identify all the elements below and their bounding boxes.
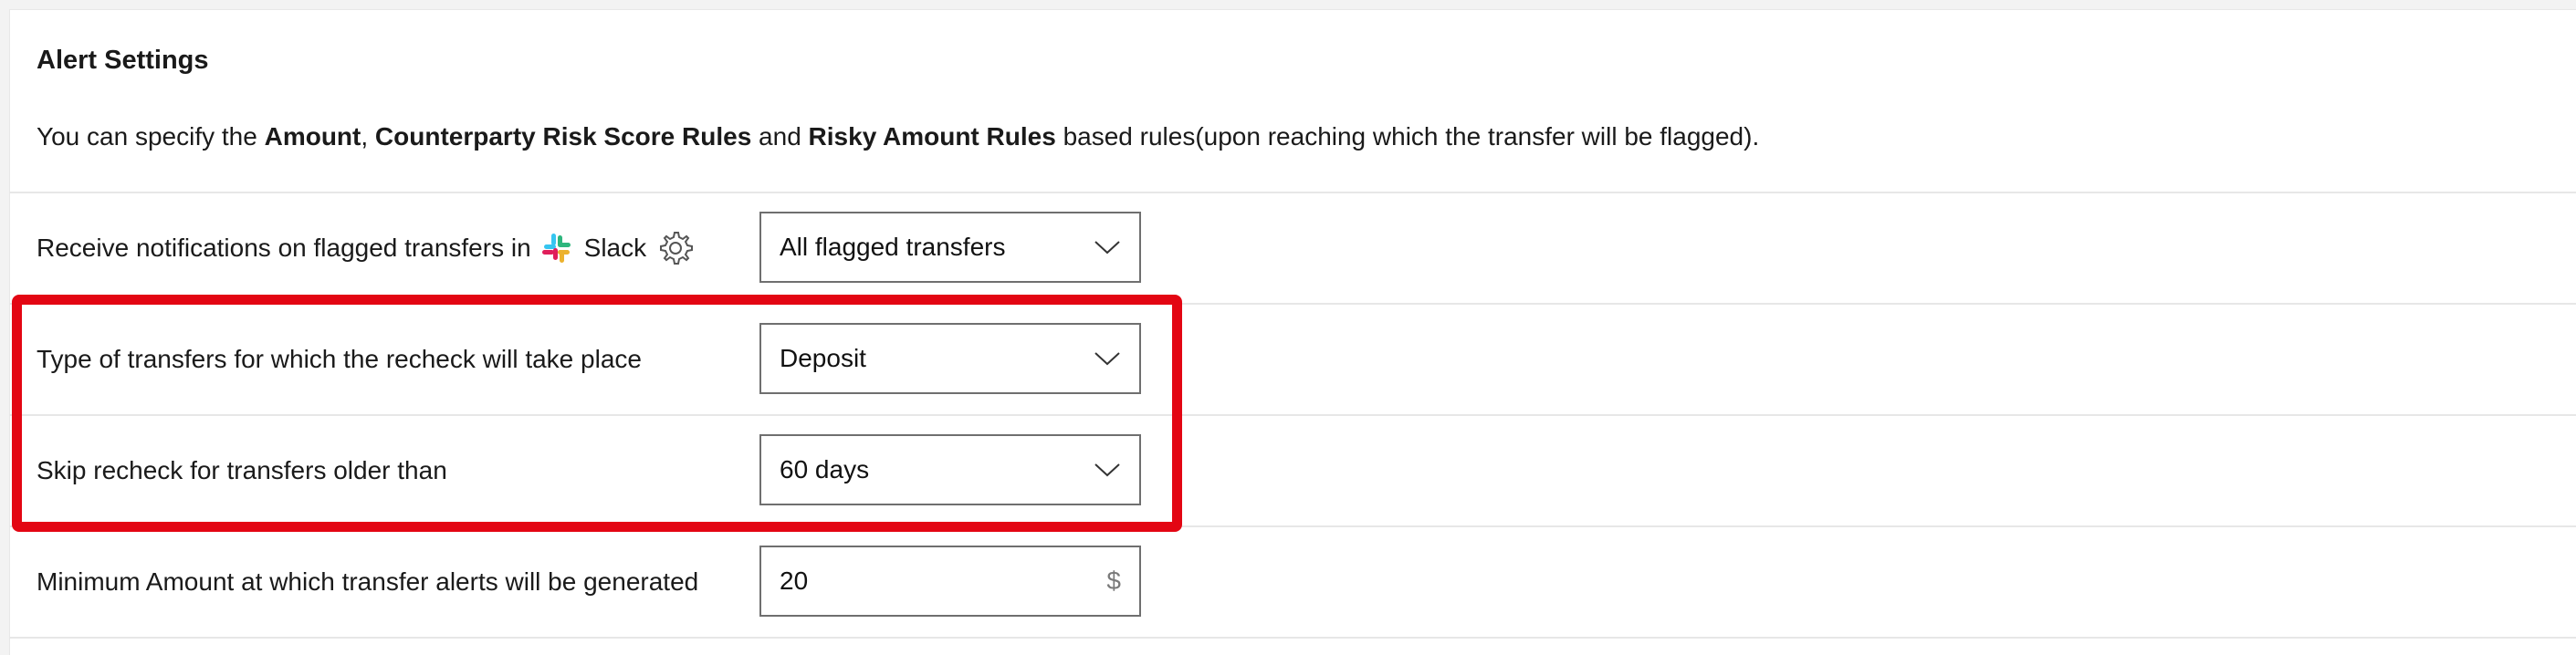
min-amount-value[interactable]: 20 xyxy=(780,567,1106,596)
description-prefix: You can specify the xyxy=(37,122,265,151)
min-amount-row-label: Minimum Amount at which transfer alerts … xyxy=(37,564,698,600)
description-risky-amount-rules: Risky Amount Rules xyxy=(808,122,1056,151)
min-amount-label: Minimum Amount at which transfer alerts … xyxy=(37,567,699,596)
slack-logo-icon xyxy=(541,234,571,263)
chevron-down-icon xyxy=(1094,241,1120,255)
description-amount: Amount xyxy=(264,122,361,151)
description-sep-1: , xyxy=(361,122,375,151)
currency-unit: $ xyxy=(1106,567,1121,595)
notifications-dropdown-value: All flagged transfers xyxy=(780,233,1006,261)
min-amount-input[interactable]: 20 $ xyxy=(759,546,1141,617)
notifications-label: Receive notifications on flagged transfe… xyxy=(37,234,531,262)
section-description: You can specify the Amount, Counterparty… xyxy=(37,122,1759,151)
description-sep-2: and xyxy=(751,122,809,151)
description-counterparty-rules: Counterparty Risk Score Rules xyxy=(374,122,752,151)
page: Alert Settings You can specify the Amoun… xyxy=(0,0,2576,655)
notifications-dropdown[interactable]: All flagged transfers xyxy=(759,212,1141,283)
highlight-box xyxy=(12,295,1182,532)
section-title: Alert Settings xyxy=(37,46,209,75)
gear-icon[interactable] xyxy=(655,228,696,268)
row-divider xyxy=(9,192,2576,193)
description-suffix: based rules(upon reaching which the tran… xyxy=(1055,122,1760,151)
slack-app-name: Slack xyxy=(583,234,647,262)
notifications-row-label: Receive notifications on flagged transfe… xyxy=(37,230,696,266)
row-divider xyxy=(9,637,2576,639)
